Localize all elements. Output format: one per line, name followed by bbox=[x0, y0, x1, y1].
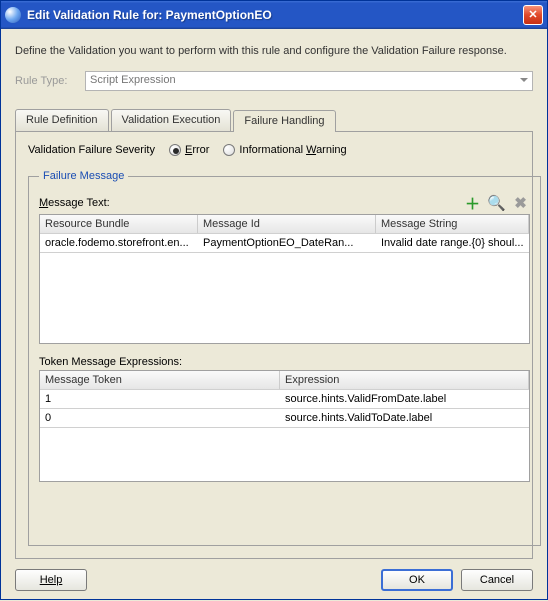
rule-type-label: Rule Type: bbox=[15, 75, 85, 87]
severity-error-radio[interactable]: Error bbox=[169, 144, 209, 156]
severity-label: Validation Failure Severity bbox=[28, 144, 155, 156]
failure-message-legend: Failure Message bbox=[39, 170, 128, 182]
radio-icon bbox=[169, 144, 181, 156]
rule-type-value: Script Expression bbox=[90, 74, 176, 86]
rule-type-row: Rule Type: Script Expression bbox=[15, 71, 533, 91]
cell-token: 0 bbox=[40, 409, 280, 427]
cell-expression: source.hints.ValidFromDate.label bbox=[280, 390, 529, 408]
close-button[interactable]: ✕ bbox=[523, 5, 543, 25]
add-icon[interactable]: ＋ bbox=[464, 194, 482, 212]
dialog-button-row: Help OK Cancel bbox=[15, 559, 533, 591]
ok-button[interactable]: OK bbox=[381, 569, 453, 591]
titlebar[interactable]: Edit Validation Rule for: PaymentOptionE… bbox=[1, 1, 547, 29]
tab-rule-definition[interactable]: Rule Definition bbox=[15, 109, 109, 131]
java-app-icon bbox=[5, 7, 21, 23]
tab-validation-execution[interactable]: Validation Execution bbox=[111, 109, 232, 131]
cell-expression: source.hints.ValidToDate.label bbox=[280, 409, 529, 427]
token-expressions-label: Token Message Expressions: bbox=[39, 356, 530, 368]
token-expressions-table[interactable]: Message Token Expression 1 source.hints.… bbox=[39, 370, 530, 482]
help-button[interactable]: Help bbox=[15, 569, 87, 591]
cell-resource-bundle: oracle.fodemo.storefront.en... bbox=[40, 234, 198, 252]
cell-message-string: Invalid date range.{0} shoul... bbox=[376, 234, 529, 252]
cell-token: 1 bbox=[40, 390, 280, 408]
table-row[interactable]: 0 source.hints.ValidToDate.label bbox=[40, 409, 529, 428]
rule-type-combo[interactable]: Script Expression bbox=[85, 71, 533, 91]
message-toolbar-icons: ＋ 🔍 ✖ bbox=[464, 194, 530, 212]
search-icon[interactable]: 🔍 bbox=[488, 194, 506, 212]
cell-message-id: PaymentOptionEO_DateRan... bbox=[198, 234, 376, 252]
message-text-header: Message Text: ＋ 🔍 ✖ bbox=[39, 194, 530, 212]
tab-failure-handling[interactable]: Failure Handling bbox=[233, 110, 335, 132]
table-row[interactable]: 1 source.hints.ValidFromDate.label bbox=[40, 390, 529, 409]
window-title: Edit Validation Rule for: PaymentOptionE… bbox=[27, 8, 523, 22]
col-message-string[interactable]: Message String bbox=[376, 215, 529, 233]
col-message-id[interactable]: Message Id bbox=[198, 215, 376, 233]
dialog-content: Define the Validation you want to perfor… bbox=[1, 29, 547, 601]
delete-icon[interactable]: ✖ bbox=[512, 194, 530, 212]
failure-handling-panel: Validation Failure Severity Error Inform… bbox=[15, 132, 533, 559]
table-header-row: Message Token Expression bbox=[40, 371, 529, 390]
tabs: Rule Definition Validation Execution Fai… bbox=[15, 109, 533, 132]
col-resource-bundle[interactable]: Resource Bundle bbox=[40, 215, 198, 233]
radio-icon bbox=[223, 144, 235, 156]
message-text-table[interactable]: Resource Bundle Message Id Message Strin… bbox=[39, 214, 530, 344]
severity-row: Validation Failure Severity Error Inform… bbox=[28, 144, 520, 156]
severity-error-label: Error bbox=[185, 144, 209, 156]
cancel-button[interactable]: Cancel bbox=[461, 569, 533, 591]
col-message-token[interactable]: Message Token bbox=[40, 371, 280, 389]
table-header-row: Resource Bundle Message Id Message Strin… bbox=[40, 215, 529, 234]
table-row[interactable]: oracle.fodemo.storefront.en... PaymentOp… bbox=[40, 234, 529, 253]
col-expression[interactable]: Expression bbox=[280, 371, 529, 389]
intro-text: Define the Validation you want to perfor… bbox=[15, 45, 533, 57]
severity-warning-label: Informational Warning bbox=[239, 144, 346, 156]
message-text-label: Message Text: bbox=[39, 197, 110, 209]
failure-message-fieldset: Failure Message Message Text: ＋ 🔍 ✖ Reso… bbox=[28, 170, 541, 546]
severity-warning-radio[interactable]: Informational Warning bbox=[223, 144, 346, 156]
